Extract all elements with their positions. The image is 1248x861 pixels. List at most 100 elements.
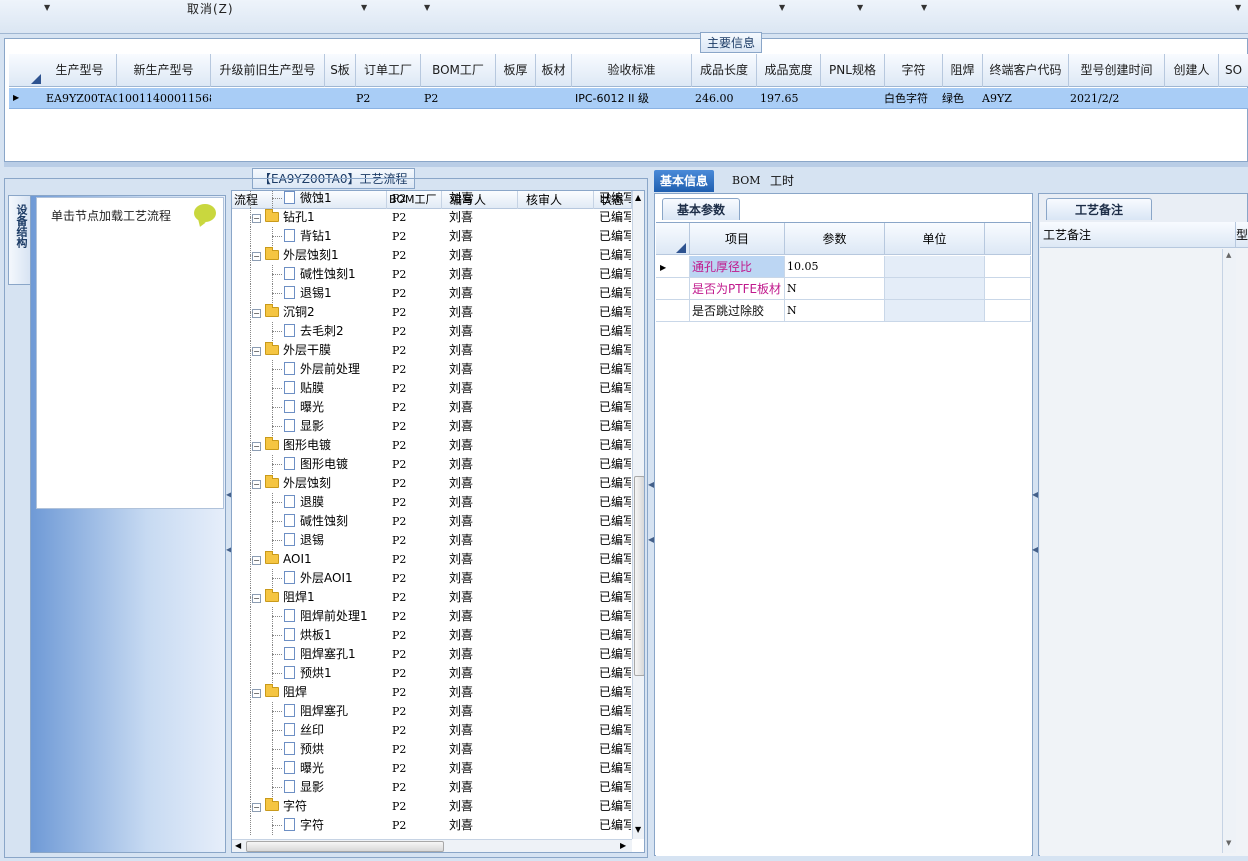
- tree-node-name-cell[interactable]: 阻焊塞孔: [284, 702, 387, 721]
- tree-row[interactable]: − 阻焊 P2 刘喜 已编写: [232, 683, 632, 702]
- tree-node-name-cell[interactable]: 微蚀1: [284, 191, 387, 208]
- tree-row[interactable]: − 图形电镀 P2 刘喜 已编写: [232, 436, 632, 455]
- tree-node-name-cell[interactable]: 退锡: [284, 531, 387, 550]
- tree-row[interactable]: 碱性蚀刻1 P2 刘喜 已编写: [232, 265, 632, 284]
- tree-node-name-cell[interactable]: 预烘: [284, 740, 387, 759]
- tree-row[interactable]: 阻焊塞孔1 P2 刘喜 已编写: [232, 645, 632, 664]
- tree-row[interactable]: 烘板1 P2 刘喜 已编写: [232, 626, 632, 645]
- scroll-down-icon[interactable]: ▼: [1226, 839, 1231, 847]
- tree-node-name-cell[interactable]: 退锡1: [284, 284, 387, 303]
- tree-row[interactable]: 图形电镀 P2 刘喜 已编写: [232, 455, 632, 474]
- cell-prod-model[interactable]: EA9YZ00TA0: [43, 88, 117, 109]
- collapse-icon[interactable]: −: [252, 594, 261, 603]
- param-value-cell[interactable]: N: [785, 300, 885, 322]
- collapse-icon[interactable]: −: [252, 689, 261, 698]
- col-header[interactable]: 订单工厂: [356, 54, 421, 87]
- tree-node-name-cell[interactable]: − 字符: [252, 797, 387, 816]
- scroll-right-icon[interactable]: ▶: [620, 841, 626, 850]
- tree-row[interactable]: 退锡1 P2 刘喜 已编写: [232, 284, 632, 303]
- tab-work-hours[interactable]: 工时: [764, 170, 800, 192]
- tree-row[interactable]: − 钻孔1 P2 刘喜 已编写: [232, 208, 632, 227]
- tree-node-name-cell[interactable]: − AOI1: [252, 550, 387, 569]
- col-header[interactable]: SO: [1219, 54, 1248, 87]
- dropdown-arrow-icon[interactable]: ▼: [921, 3, 927, 12]
- scroll-up-icon[interactable]: ▲: [635, 193, 641, 202]
- cell-char[interactable]: 白色字符: [881, 88, 943, 109]
- col-header[interactable]: 型号创建时间: [1069, 54, 1165, 87]
- tree-row[interactable]: 贴膜 P2 刘喜 已编写: [232, 379, 632, 398]
- dropdown-arrow-icon[interactable]: ▼: [424, 3, 430, 12]
- horizontal-splitter[interactable]: [4, 162, 1248, 167]
- vertical-scrollbar[interactable]: ▲ ▼: [1222, 249, 1236, 853]
- tree-node-name-cell[interactable]: 图形电镀: [284, 455, 387, 474]
- col-header[interactable]: 单位: [885, 223, 985, 255]
- col-header[interactable]: 型: [1236, 222, 1248, 248]
- row-indicator[interactable]: ▶: [656, 256, 690, 278]
- cell-customer-code[interactable]: A9YZ: [979, 88, 1065, 109]
- tree-node-name-cell[interactable]: 显影: [284, 778, 387, 797]
- row-indicator[interactable]: [656, 278, 690, 300]
- col-header[interactable]: 创建人: [1165, 54, 1219, 87]
- scroll-down-icon[interactable]: ▼: [635, 825, 641, 834]
- cell-new-model[interactable]: 10011400011568: [115, 88, 211, 109]
- col-header[interactable]: 工艺备注: [1040, 222, 1236, 248]
- tree-node-name-cell[interactable]: − 外层蚀刻: [252, 474, 387, 493]
- tree-row[interactable]: 微蚀1 P2 刘喜 已编写: [232, 191, 632, 208]
- tree-node-name-cell[interactable]: − 沉铜2: [252, 303, 387, 322]
- tree-node-name-cell[interactable]: 阻焊塞孔1: [284, 645, 387, 664]
- tree-node-name-cell[interactable]: 烘板1: [284, 626, 387, 645]
- tree-node-name-cell[interactable]: 背钻1: [284, 227, 387, 246]
- col-header[interactable]: PNL规格: [821, 54, 885, 87]
- speech-bubble-icon[interactable]: [194, 204, 216, 222]
- param-unit-cell[interactable]: [885, 278, 985, 300]
- tree-row[interactable]: − AOI1 P2 刘喜 已编写: [232, 550, 632, 569]
- col-header[interactable]: 成品宽度: [757, 54, 821, 87]
- tree-node-name-cell[interactable]: 外层前处理: [284, 360, 387, 379]
- collapse-icon[interactable]: −: [252, 214, 261, 223]
- tree-row[interactable]: 丝印 P2 刘喜 已编写: [232, 721, 632, 740]
- vertical-scrollbar[interactable]: ▲ ▼: [632, 191, 644, 839]
- tab-basic-info[interactable]: 基本信息: [654, 170, 715, 192]
- tree-node-name-cell[interactable]: − 钻孔1: [252, 208, 387, 227]
- col-header[interactable]: 项目: [690, 223, 785, 255]
- tree-node-name-cell[interactable]: 曝光: [284, 398, 387, 417]
- param-item-cell[interactable]: 是否为PTFE板材: [690, 278, 785, 300]
- tree-row[interactable]: 预烘1 P2 刘喜 已编写: [232, 664, 632, 683]
- tree-node-name-cell[interactable]: 碱性蚀刻1: [284, 265, 387, 284]
- cell-order-factory[interactable]: P2: [356, 88, 421, 109]
- tree-row[interactable]: 阻焊塞孔 P2 刘喜 已编写: [232, 702, 632, 721]
- col-header[interactable]: 成品长度: [692, 54, 757, 87]
- tree-row[interactable]: 预烘 P2 刘喜 已编写: [232, 740, 632, 759]
- tree-node-name-cell[interactable]: 阻焊前处理1: [284, 607, 387, 626]
- tree-row[interactable]: − 外层蚀刻 P2 刘喜 已编写: [232, 474, 632, 493]
- col-header[interactable]: 升级前旧生产型号: [211, 54, 325, 87]
- scroll-thumb[interactable]: [246, 841, 444, 852]
- collapse-icon[interactable]: −: [252, 556, 261, 565]
- tree-row[interactable]: 退锡 P2 刘喜 已编写: [232, 531, 632, 550]
- col-header[interactable]: BOM工厂: [421, 54, 496, 87]
- collapse-icon[interactable]: −: [252, 347, 261, 356]
- tree-node-name-cell[interactable]: 预烘1: [284, 664, 387, 683]
- cancel-button[interactable]: 取消(Z): [187, 0, 234, 17]
- col-header[interactable]: 新生产型号: [117, 54, 211, 87]
- collapse-icon[interactable]: −: [252, 309, 261, 318]
- tab-equipment-structure[interactable]: 设备结构: [8, 195, 30, 285]
- dropdown-arrow-icon[interactable]: ▼: [857, 3, 863, 12]
- tab-bom[interactable]: BOM: [726, 170, 767, 192]
- tree-node-name-cell[interactable]: − 阻焊1: [252, 588, 387, 607]
- collapse-icon[interactable]: −: [252, 252, 261, 261]
- col-header[interactable]: 阻焊: [943, 54, 983, 87]
- collapse-icon[interactable]: −: [252, 803, 261, 812]
- col-header[interactable]: 字符: [885, 54, 943, 87]
- col-header[interactable]: 生产型号: [43, 54, 117, 87]
- tree-row[interactable]: 外层前处理 P2 刘喜 已编写: [232, 360, 632, 379]
- col-header[interactable]: 验收标准: [572, 54, 692, 87]
- tab-basic-params[interactable]: 基本参数: [662, 198, 741, 220]
- tree-node-name-cell[interactable]: − 阻焊: [252, 683, 387, 702]
- scroll-left-icon[interactable]: ◀: [235, 841, 241, 850]
- cell-bom-factory[interactable]: P2: [421, 88, 496, 109]
- cell-standard[interactable]: IPC-6012 II 级: [572, 88, 692, 109]
- collapse-icon[interactable]: −: [252, 442, 261, 451]
- col-header[interactable]: 板厚: [496, 54, 536, 87]
- tab-process-notes[interactable]: 工艺备注: [1046, 198, 1153, 220]
